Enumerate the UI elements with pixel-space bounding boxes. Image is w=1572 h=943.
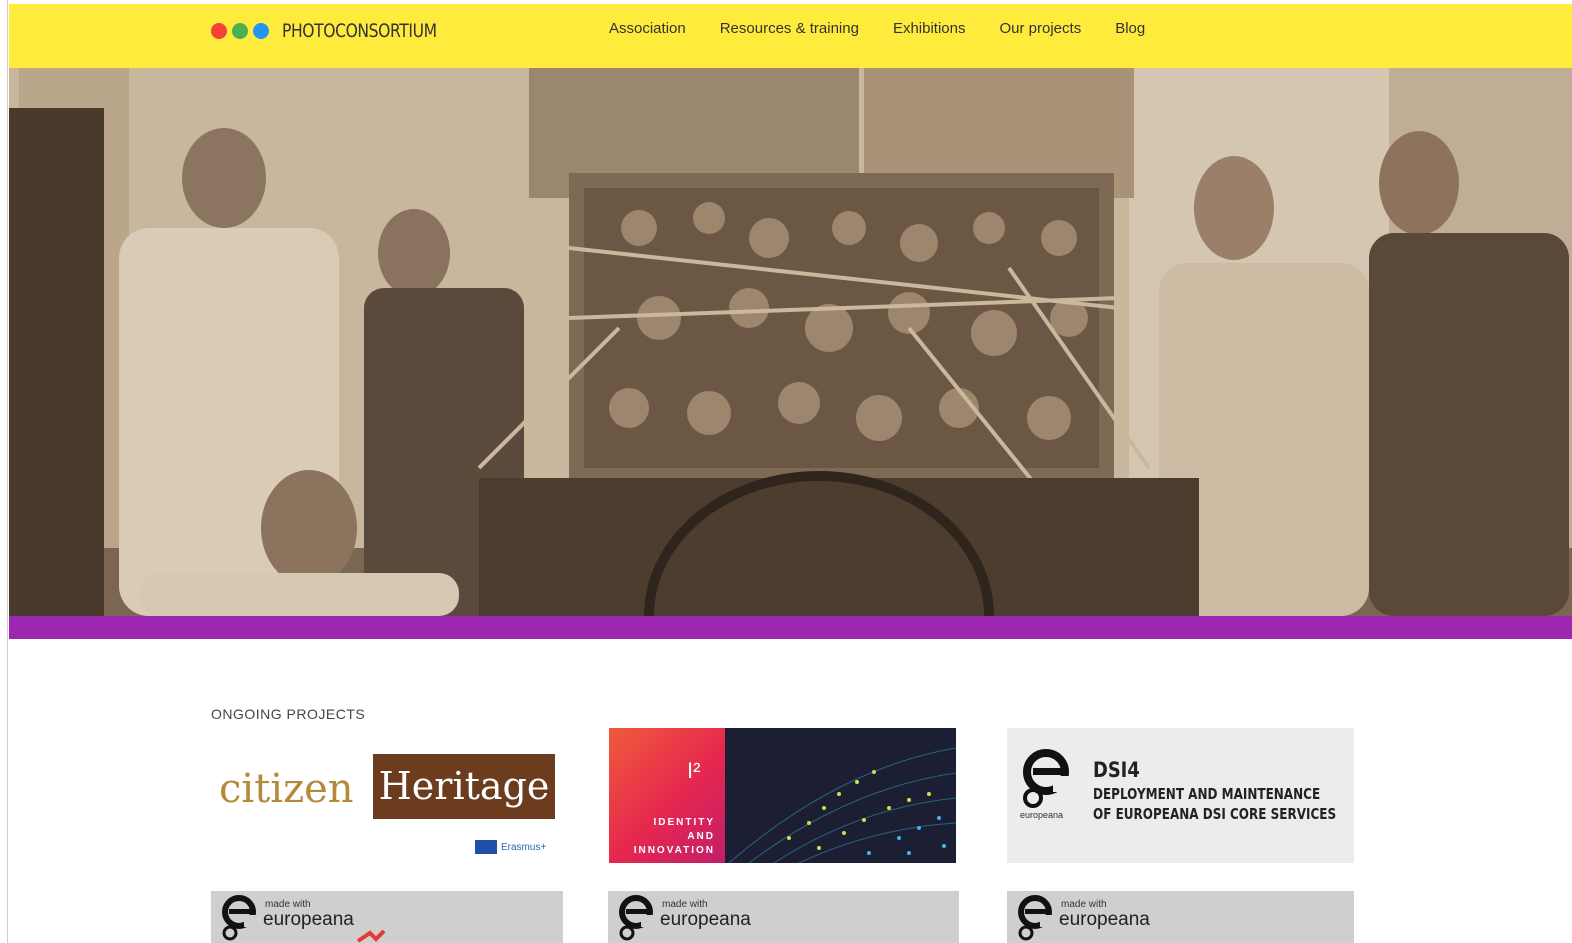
- made-with-europeana-card-2[interactable]: made with europeana: [608, 891, 959, 943]
- erasmus-text: Erasmus+: [501, 841, 547, 853]
- dsi4-subtitle-line-1: DEPLOYMENT AND MAINTENANCE: [1093, 785, 1321, 803]
- project-card-citizen-heritage[interactable]: citizen Heritage Erasmus+: [211, 728, 563, 863]
- red-dot-icon: [211, 23, 227, 39]
- red-mark-icon: [356, 929, 386, 943]
- erasmus-logo: Erasmus+: [475, 840, 546, 854]
- europeana-logo-label: europeana: [1020, 810, 1064, 820]
- heritage-word: Heritage: [378, 764, 550, 808]
- logo-text: PHOTOCONSORTIUM: [282, 20, 437, 42]
- citizen-word: citizen: [219, 766, 354, 812]
- made-with-europeana-card-1[interactable]: made with europeana: [211, 891, 563, 943]
- made-with-europeana-card-3[interactable]: made with europeana: [1007, 891, 1354, 943]
- dsi4-title: DSI4: [1093, 758, 1140, 782]
- dsi4-subtitle: DEPLOYMENT AND MAINTENANCE OF EUROPEANA …: [1093, 784, 1336, 824]
- blue-dot-icon: [253, 23, 269, 39]
- site-header: PHOTOCONSORTIUM Association Resources & …: [9, 4, 1572, 68]
- green-dot-icon: [232, 23, 248, 39]
- project-card-dsi4[interactable]: europeana DSI4 DEPLOYMENT AND MAINTENANC…: [1007, 728, 1354, 863]
- nav-resources-training[interactable]: Resources & training: [720, 20, 859, 37]
- europeana-logo-icon: [1018, 895, 1055, 941]
- europeana-logo-icon: [619, 895, 656, 941]
- nav-exhibitions[interactable]: Exhibitions: [893, 20, 966, 37]
- nav-blog[interactable]: Blog: [1115, 20, 1145, 37]
- nav-our-projects[interactable]: Our projects: [1000, 20, 1082, 37]
- main-nav: Association Resources & training Exhibit…: [609, 20, 1179, 37]
- i2-line-1: IDENTITY: [653, 817, 715, 828]
- window-left-edge: [0, 0, 8, 943]
- i2-line-2: AND: [687, 831, 715, 842]
- europeana-logo-icon: [222, 895, 259, 941]
- i2-mark: I²: [687, 758, 701, 783]
- dsi4-subtitle-line-2: OF EUROPEANA DSI CORE SERVICES: [1093, 805, 1337, 823]
- nav-association[interactable]: Association: [609, 20, 686, 37]
- project-card-identity-innovation[interactable]: I² IDENTITY AND INNOVATION: [609, 728, 956, 863]
- i2-line-3: INNOVATION: [633, 845, 715, 856]
- purple-band: [9, 616, 1572, 639]
- eu-flag-icon: [475, 840, 497, 854]
- europeana-label: europeana: [1059, 909, 1150, 930]
- ongoing-projects-label: ONGOING PROJECTS: [211, 706, 366, 722]
- hero-image: [9, 68, 1572, 616]
- europeana-label: europeana: [263, 909, 354, 930]
- europeana-logo-icon: [1023, 749, 1073, 808]
- site-logo[interactable]: PHOTOCONSORTIUM: [211, 19, 471, 43]
- europeana-label: europeana: [660, 909, 751, 930]
- i2-title: IDENTITY AND INNOVATION: [619, 816, 715, 858]
